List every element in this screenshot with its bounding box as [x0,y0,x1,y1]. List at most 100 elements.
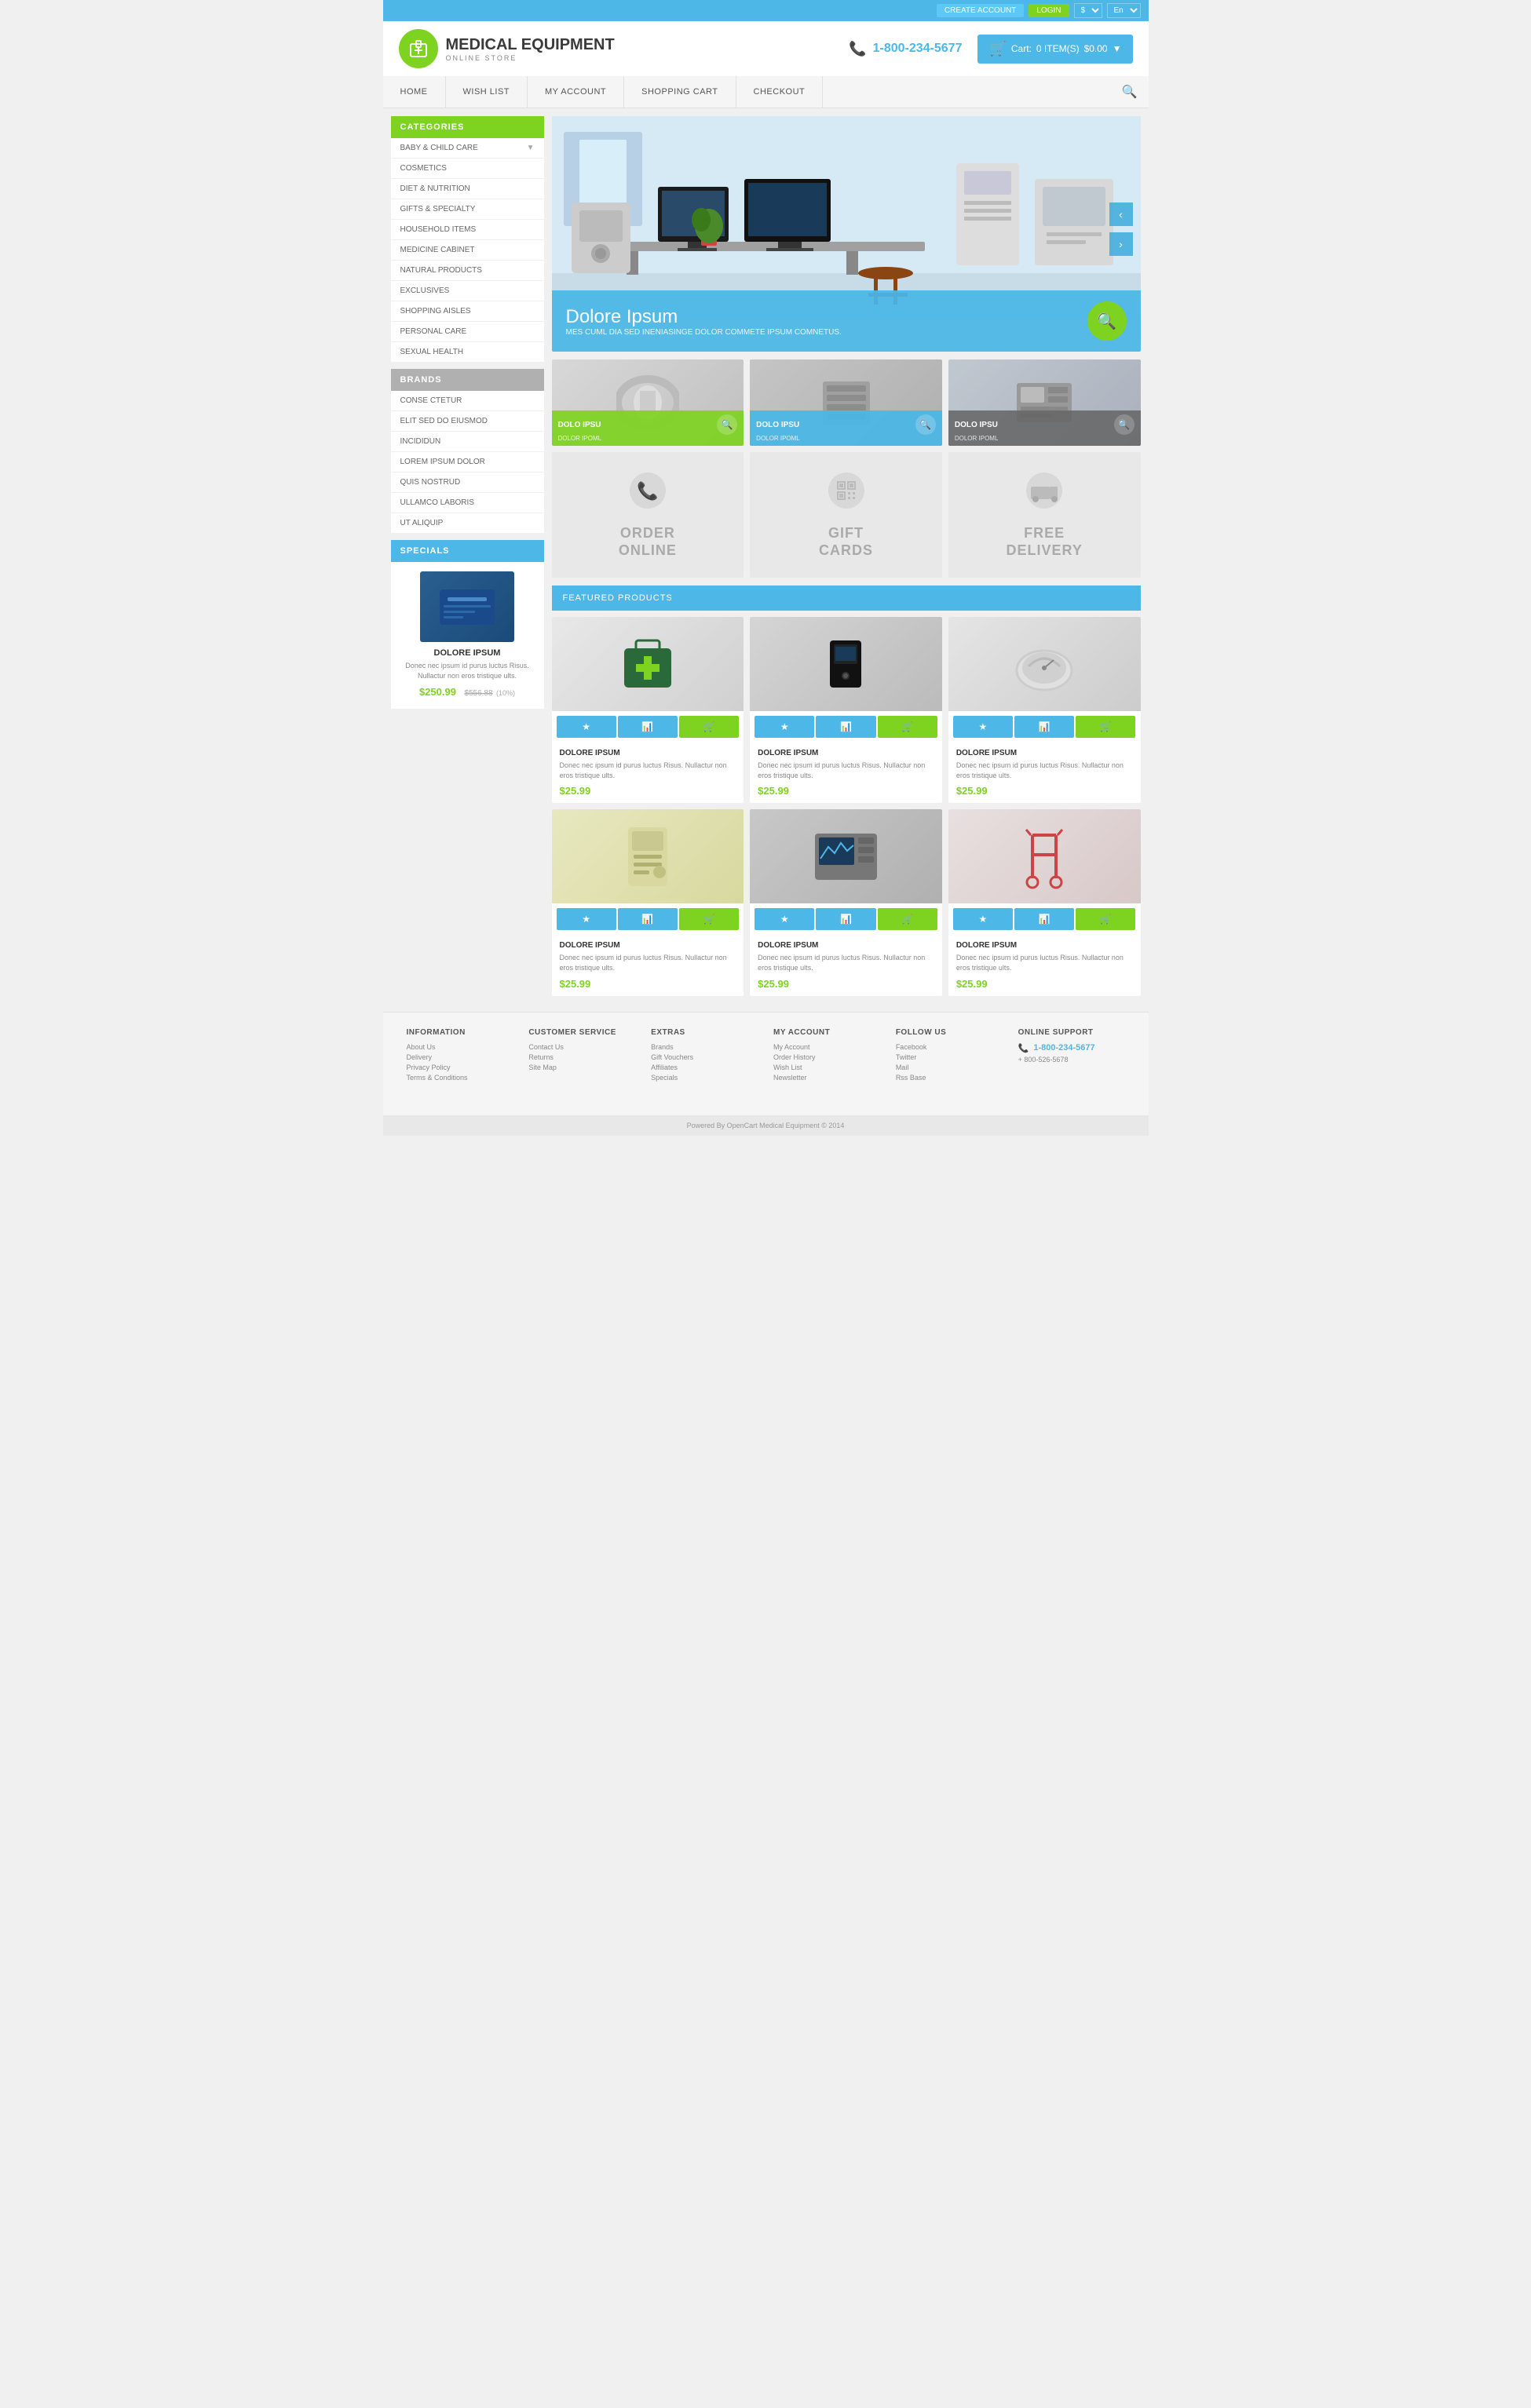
nav-checkout[interactable]: CHECKOUT [736,76,824,108]
hero-container: ‹ › Dolore Ipsum MES CUML DIA SED INENIA… [552,116,1141,352]
footer-facebook-link[interactable]: Facebook [896,1043,1003,1051]
sidebar-brand-5[interactable]: QUIS NOSTRUD [391,472,544,493]
currency-select[interactable]: $ [1074,3,1102,18]
search-icon[interactable]: 🔍 [1111,76,1149,108]
addcart-button-3[interactable]: 🛒 [1076,716,1135,738]
footer-rss-link[interactable]: Rss Base [896,1074,1003,1082]
footer-contact-link[interactable]: Contact Us [528,1043,635,1051]
featured-image-4 [552,809,744,903]
compare-button-4[interactable]: 📊 [618,908,678,930]
sidebar-item-medicine[interactable]: MEDICINE CABINET [391,240,544,261]
nav-home[interactable]: HOME [383,76,446,108]
sidebar-item-gifts[interactable]: GIFTS & SPECIALTY [391,199,544,220]
cart-chevron: ▼ [1113,43,1122,54]
footer-terms-link[interactable]: Terms & Conditions [407,1074,513,1082]
sidebar-brand-1[interactable]: CONSE CTETUR [391,391,544,411]
footer-mail-link[interactable]: Mail [896,1064,1003,1071]
nav-account[interactable]: MY ACCOUNT [528,76,624,108]
sidebar-item-label: HOUSEHOLD ITEMS [400,225,477,234]
featured-card-2: ★ 📊 🛒 DOLORE IPSUM Donec nec ipsum id pu… [750,617,942,803]
addcart-button-1[interactable]: 🛒 [679,716,739,738]
compare-button-1[interactable]: 📊 [618,716,678,738]
nav-wishlist[interactable]: WISH LIST [446,76,528,108]
footer-returns-link[interactable]: Returns [528,1053,635,1061]
footer-about-link[interactable]: About Us [407,1043,513,1051]
footer-twitter-link[interactable]: Twitter [896,1053,1003,1061]
wishlist-button-4[interactable]: ★ [557,908,616,930]
footer-newsletter-link[interactable]: Newsletter [773,1074,880,1082]
addcart-button-5[interactable]: 🛒 [878,908,937,930]
sidebar-item-natural[interactable]: NATURAL PRODUCTS [391,261,544,281]
compare-button-2[interactable]: 📊 [816,716,875,738]
sidebar-brand-6[interactable]: ULLAMCO LABORIS [391,493,544,513]
sidebar-item-cosmetics[interactable]: COSMETICS [391,159,544,179]
product-label-3: DOLO IPSU 🔍 DOLOR IPOML [948,410,1141,446]
cart-label: Cart: [1011,43,1032,54]
wishlist-button-1[interactable]: ★ [557,716,616,738]
brands-header: BRANDS [391,369,544,391]
create-account-button[interactable]: CREATE ACCOUNT [937,4,1025,17]
compare-button-3[interactable]: 📊 [1014,716,1074,738]
sidebar-item-shopping[interactable]: SHOPPING AISLES [391,301,544,322]
specials-section: SPECIALS DOLORE IPSUM Donec nec ipsum id… [391,540,544,709]
hero-prev-button[interactable]: ‹ [1109,202,1133,226]
hero-title: Dolore Ipsum [566,306,842,328]
compare-button-6[interactable]: 📊 [1014,908,1074,930]
content-area: ‹ › Dolore Ipsum MES CUML DIA SED INENIA… [552,116,1141,996]
sidebar-item-household[interactable]: HOUSEHOLD ITEMS [391,220,544,240]
sidebar-item-diet[interactable]: DIET & NUTRITION [391,179,544,199]
language-select[interactable]: En [1107,3,1141,18]
service-card-order[interactable]: 📞 ORDERONLINE [552,452,744,578]
sidebar-brand-2[interactable]: ELIT SED DO EIUSMOD [391,411,544,432]
addcart-button-2[interactable]: 🛒 [878,716,937,738]
footer-delivery-link[interactable]: Delivery [407,1053,513,1061]
footer-specials-link[interactable]: Specials [651,1074,758,1082]
footer-affiliates-link[interactable]: Affiliates [651,1064,758,1071]
sidebar-brand-3[interactable]: INCIDIDUN [391,432,544,452]
sidebar-item-sexual[interactable]: SEXUAL HEALTH [391,342,544,363]
sidebar-brand-4[interactable]: LOREM IPSUM DOLOR [391,452,544,472]
wishlist-button-3[interactable]: ★ [953,716,1013,738]
sidebar-item-label: BABY & CHILD CARE [400,144,478,152]
footer-brands-link[interactable]: Brands [651,1043,758,1051]
specials-price: $250.99 [419,686,456,698]
footer-orderhistory-link[interactable]: Order History [773,1053,880,1061]
product-zoom-3[interactable]: 🔍 [1114,414,1135,435]
addcart-button-4[interactable]: 🛒 [679,908,739,930]
service-card-giftcards[interactable]: GIFTCARDS [750,452,942,578]
featured-actions-2: ★ 📊 🛒 [750,711,942,742]
product-zoom-1[interactable]: 🔍 [717,414,737,435]
sidebar-brand-7[interactable]: UT ALIQUIP [391,513,544,534]
product-zoom-2[interactable]: 🔍 [915,414,936,435]
product-card-2: DOLO IPSU 🔍 DOLOR IPOML [750,359,942,446]
hero-bottom-bar: Dolore Ipsum MES CUML DIA SED INENIASING… [552,290,1141,352]
wishlist-button-5[interactable]: ★ [755,908,814,930]
login-button[interactable]: LOGIN [1029,4,1069,17]
sidebar-item-personal[interactable]: PERSONAL CARE [391,322,544,342]
nav-cart[interactable]: SHOPPING CART [624,76,736,108]
footer-giftvouchers-link[interactable]: Gift Vouchers [651,1053,758,1061]
wishlist-button-2[interactable]: ★ [755,716,814,738]
compare-button-5[interactable]: 📊 [816,908,875,930]
sidebar-item-label: PERSONAL CARE [400,327,467,336]
wishlist-button-6[interactable]: ★ [953,908,1013,930]
footer-wishlist-link[interactable]: Wish List [773,1064,880,1071]
footer-myaccount-link[interactable]: My Account [773,1043,880,1051]
footer-sitemap-link[interactable]: Site Map [528,1064,635,1071]
chevron-icon: ▼ [527,144,535,152]
featured-name-4: DOLORE IPSUM [560,941,736,950]
footer-privacy-link[interactable]: Privacy Policy [407,1064,513,1071]
featured-info-4: DOLORE IPSUM Donec nec ipsum id purus lu… [552,935,744,995]
service-card-delivery[interactable]: FREEDELIVERY [948,452,1141,578]
hero-next-button[interactable]: › [1109,232,1133,256]
cart-total: $0.00 [1084,43,1108,54]
sidebar-item-baby[interactable]: BABY & CHILD CARE ▼ [391,138,544,159]
truck-service-icon [1025,471,1064,517]
cart-button[interactable]: 🛒 Cart: 0 ITEM(S) $0.00 ▼ [977,35,1132,64]
phone-icon: 📞 [849,41,866,57]
sidebar-item-exclusives[interactable]: EXCLUSIVES [391,281,544,301]
logo-area[interactable]: MEDICAL EQUIPMENT ONLINE STORE [399,29,615,68]
featured-desc-1: Donec nec ipsum id purus luctus Risus. N… [560,761,736,780]
hero-search-button[interactable]: 🔍 [1087,301,1127,341]
addcart-button-6[interactable]: 🛒 [1076,908,1135,930]
